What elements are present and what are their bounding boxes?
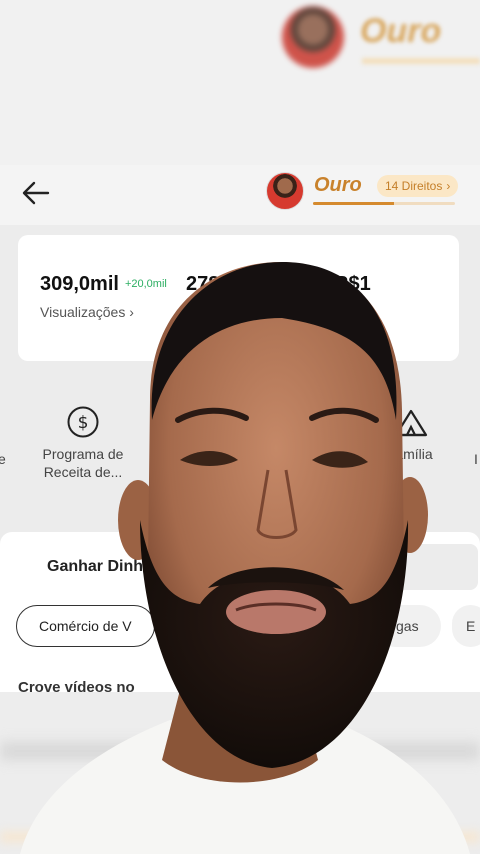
stat-views-delta: +20,0mil	[124, 278, 167, 290]
svg-text:$: $	[78, 413, 89, 433]
feature-item-partial-left[interactable]: e	[0, 450, 6, 468]
stat-views-value: 309,0mil	[40, 273, 119, 295]
stats-card: 309,0mil +20,0mil Visualizações › 278 R$1…	[18, 235, 459, 361]
level-name[interactable]: Ouro	[314, 174, 362, 197]
blurred-level-name: Ouro	[360, 12, 442, 50]
stat-second-value: 278	[186, 273, 220, 295]
stat-views-label: Visualizações ›	[40, 304, 134, 320]
feature-row: e $ Programa de Receita de... amília I	[0, 395, 480, 495]
arrow-left-icon	[22, 181, 50, 205]
level-progress-fill	[313, 202, 394, 205]
stat-revenue-label: da ›	[346, 304, 371, 320]
chip-partial[interactable]: E	[452, 605, 480, 647]
blurred-top-area: Ouro	[0, 0, 480, 165]
header: Ouro 14 Direitos ›	[0, 165, 480, 225]
level-progress-bar	[313, 202, 455, 205]
feature-label: amília	[395, 446, 433, 462]
feature-label-line2: Receita de...	[43, 464, 123, 480]
stat-views[interactable]: 309,0mil +20,0mil Visualizações ›	[40, 273, 167, 320]
feature-label: I	[474, 451, 478, 467]
rights-label: 14 Direitos	[385, 179, 443, 193]
stat-revenue[interactable]: R$1 da ›	[334, 273, 371, 320]
blurred-level-bar	[362, 58, 480, 64]
blurred-avatar	[282, 6, 344, 68]
sheet-action-placeholder[interactable]	[380, 544, 478, 590]
tent-icon	[394, 409, 428, 437]
chip-other[interactable]: gas	[374, 605, 441, 647]
chevron-right-icon: ›	[446, 179, 451, 193]
blurred-bottom-area	[0, 692, 480, 854]
back-button[interactable]	[16, 173, 56, 213]
feature-item-family[interactable]: amília	[386, 405, 436, 463]
chip-video-commerce[interactable]: Comércio de V	[16, 605, 155, 647]
avatar[interactable]	[266, 172, 304, 210]
stat-second[interactable]: 278	[186, 273, 219, 296]
feature-label-line1: Programa de	[42, 446, 124, 462]
stat-revenue-value: R$1	[334, 273, 371, 295]
feature-item-revenue-program[interactable]: $ Programa de Receita de...	[36, 405, 130, 481]
dollar-circle-icon: $	[67, 406, 99, 438]
rights-badge[interactable]: 14 Direitos ›	[377, 175, 459, 197]
feature-item-partial-right[interactable]: I	[474, 450, 478, 468]
sheet-title: Ganhar Dinh	[47, 558, 144, 575]
feature-label: e	[0, 451, 6, 467]
earn-money-sheet: Ganhar Dinh Comércio de V gas E Crove ví…	[0, 532, 480, 696]
